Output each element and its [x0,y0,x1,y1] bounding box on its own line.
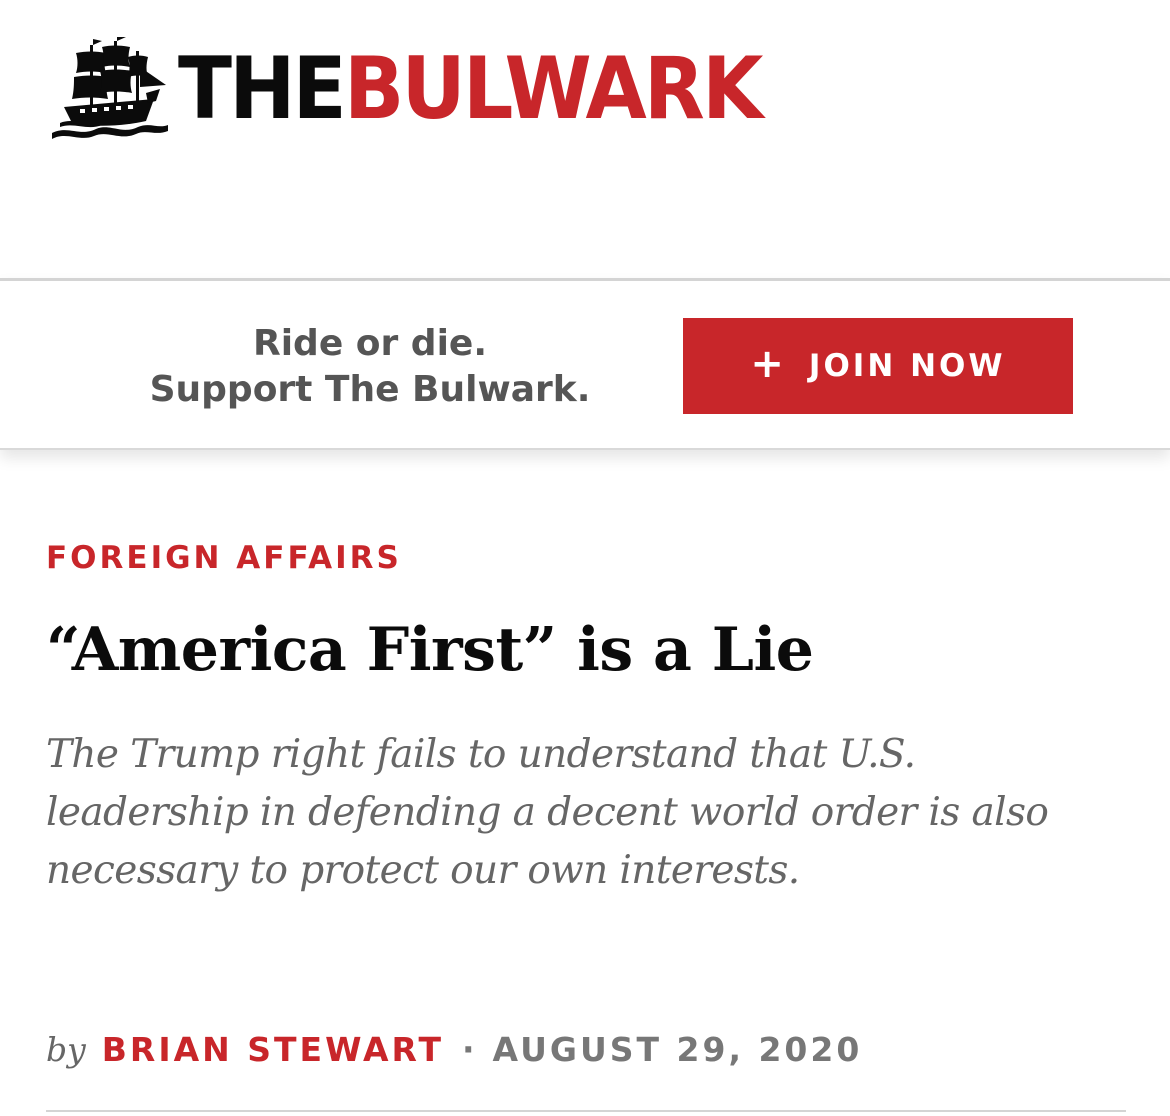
byline: by BRIAN STEWART · AUGUST 29, 2020 [46,1030,862,1069]
article-headline: “America First” is a Lie [46,615,814,685]
plus-icon: + [750,341,787,387]
author-link[interactable]: BRIAN STEWART [102,1030,444,1069]
join-now-button[interactable]: + JOIN NOW [683,318,1073,414]
ship-icon [52,37,168,139]
publish-date: AUGUST 29, 2020 [492,1030,863,1069]
byline-separator: · [462,1030,475,1069]
support-tagline: Ride or die. Support The Bulwark. [120,321,620,413]
site-header: THEBULWARK [0,0,1170,278]
byline-prefix: by [46,1030,86,1069]
divider [46,1110,1126,1112]
article-subhead: The Trump right fails to understand that… [46,732,1049,893]
logo-wordmark: THEBULWARK [178,46,763,132]
article-header: FOREIGN AFFAIRS “America First” is a Lie… [46,540,1126,900]
category-link[interactable]: FOREIGN AFFAIRS [46,540,402,576]
logo-bulwark-text: BULWARK [343,39,763,139]
logo-the-text: THE [178,39,347,139]
tagline-line-2: Support The Bulwark. [149,369,591,410]
support-banner: Ride or die. Support The Bulwark. + JOIN… [0,278,1170,450]
site-logo[interactable]: THEBULWARK [50,36,811,142]
tagline-line-1: Ride or die. [253,323,487,364]
join-now-label: JOIN NOW [808,348,1006,384]
